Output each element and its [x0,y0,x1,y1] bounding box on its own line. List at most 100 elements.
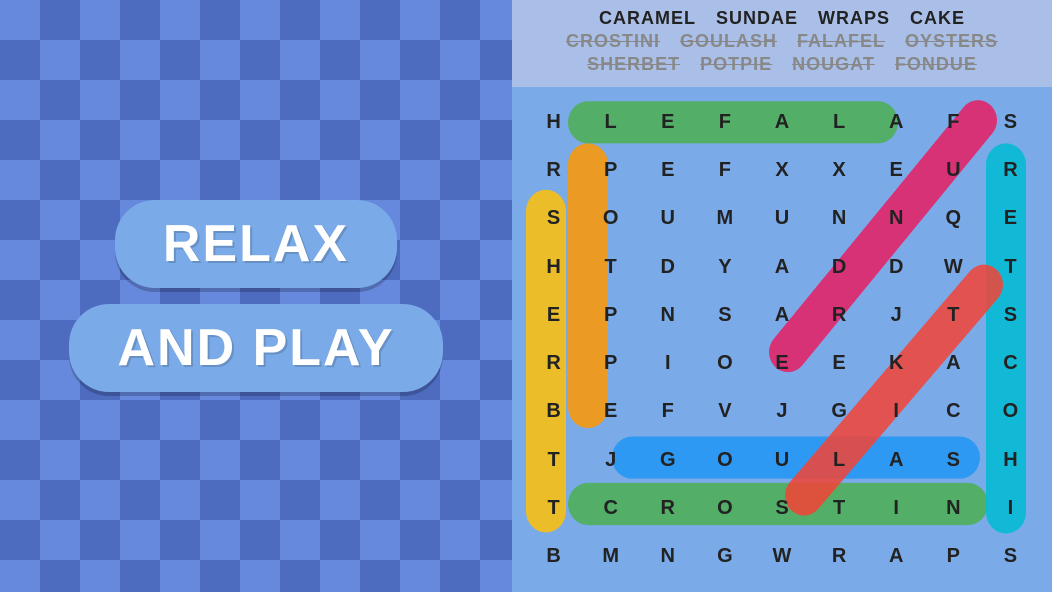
cell-r0-c1[interactable]: L [583,99,638,145]
cell-r4-c0[interactable]: E [526,292,581,338]
cell-r9-c7[interactable]: P [926,534,981,580]
cell-r2-c2[interactable]: U [640,196,695,242]
cell-r9-c5[interactable]: R [812,534,867,580]
cell-r4-c2[interactable]: N [640,292,695,338]
cell-r1-c8[interactable]: R [983,147,1038,193]
cell-r0-c8[interactable]: S [983,99,1038,145]
cell-r5-c1[interactable]: P [583,340,638,386]
cell-r8-c3[interactable]: O [697,485,752,531]
cell-r3-c2[interactable]: D [640,244,695,290]
cell-r1-c7[interactable]: U [926,147,981,193]
cell-r3-c1[interactable]: T [583,244,638,290]
cell-r5-c5[interactable]: E [812,340,867,386]
cell-r3-c8[interactable]: T [983,244,1038,290]
cell-r5-c6[interactable]: K [869,340,924,386]
word-wraps[interactable]: WRAPS [818,8,890,29]
cell-r3-c3[interactable]: Y [697,244,752,290]
cell-r8-c1[interactable]: C [583,485,638,531]
cell-r8-c6[interactable]: I [869,485,924,531]
cell-r7-c8[interactable]: H [983,437,1038,483]
cell-r2-c8[interactable]: E [983,196,1038,242]
word-potpie: POTPIE [700,54,772,75]
cell-r3-c4[interactable]: A [754,244,809,290]
relax-label: RELAX [115,200,397,288]
cell-r7-c7[interactable]: S [926,437,981,483]
cell-r9-c3[interactable]: G [697,534,752,580]
cell-r3-c6[interactable]: D [869,244,924,290]
cell-r1-c6[interactable]: E [869,147,924,193]
cell-r6-c7[interactable]: C [926,389,981,435]
cell-r8-c2[interactable]: R [640,485,695,531]
cell-r4-c7[interactable]: T [926,292,981,338]
cell-r3-c5[interactable]: D [812,244,867,290]
cell-r8-c0[interactable]: T [526,485,581,531]
cell-r2-c3[interactable]: M [697,196,752,242]
cell-r4-c8[interactable]: S [983,292,1038,338]
cell-r0-c6[interactable]: A [869,99,924,145]
cell-r1-c0[interactable]: R [526,147,581,193]
cell-r0-c4[interactable]: A [754,99,809,145]
cell-r5-c4[interactable]: E [754,340,809,386]
cell-r7-c2[interactable]: G [640,437,695,483]
cell-r9-c4[interactable]: W [754,534,809,580]
cell-r5-c2[interactable]: I [640,340,695,386]
cell-r7-c0[interactable]: T [526,437,581,483]
cell-r0-c3[interactable]: F [697,99,752,145]
cell-r2-c0[interactable]: S [526,196,581,242]
cell-r0-c2[interactable]: E [640,99,695,145]
cell-r7-c4[interactable]: U [754,437,809,483]
cell-r4-c3[interactable]: S [697,292,752,338]
cell-r2-c5[interactable]: N [812,196,867,242]
cell-r1-c2[interactable]: E [640,147,695,193]
cell-r1-c5[interactable]: X [812,147,867,193]
cell-r9-c0[interactable]: B [526,534,581,580]
cell-r8-c5[interactable]: T [812,485,867,531]
word-sherbet: SHERBET [587,54,680,75]
cell-r9-c6[interactable]: A [869,534,924,580]
cell-r9-c1[interactable]: M [583,534,638,580]
word-cake[interactable]: CAKE [910,8,965,29]
cell-r8-c8[interactable]: I [983,485,1038,531]
cell-r6-c3[interactable]: V [697,389,752,435]
cell-r6-c1[interactable]: E [583,389,638,435]
cell-r6-c8[interactable]: O [983,389,1038,435]
word-sundae[interactable]: SUNDAE [716,8,798,29]
cell-r9-c2[interactable]: N [640,534,695,580]
word-search-grid[interactable]: HLEFALAFSRPEFXXEURSOUMUNNQEHTDYADDWTEPNS… [512,87,1052,592]
cell-r3-c7[interactable]: W [926,244,981,290]
word-nougat: NOUGAT [792,54,875,75]
cell-r7-c3[interactable]: O [697,437,752,483]
cell-r5-c0[interactable]: R [526,340,581,386]
cell-r6-c2[interactable]: F [640,389,695,435]
cell-r6-c6[interactable]: I [869,389,924,435]
cell-r2-c7[interactable]: Q [926,196,981,242]
cell-r0-c5[interactable]: L [812,99,867,145]
cell-r6-c0[interactable]: B [526,389,581,435]
cell-r0-c7[interactable]: F [926,99,981,145]
cell-r6-c4[interactable]: J [754,389,809,435]
cell-r0-c0[interactable]: H [526,99,581,145]
cell-r8-c7[interactable]: N [926,485,981,531]
cell-r4-c6[interactable]: J [869,292,924,338]
cell-r7-c1[interactable]: J [583,437,638,483]
cell-r1-c4[interactable]: X [754,147,809,193]
cell-r4-c1[interactable]: P [583,292,638,338]
cell-r3-c0[interactable]: H [526,244,581,290]
cell-r6-c5[interactable]: G [812,389,867,435]
cell-r4-c5[interactable]: R [812,292,867,338]
cell-r4-c4[interactable]: A [754,292,809,338]
cell-r7-c6[interactable]: A [869,437,924,483]
cell-r2-c1[interactable]: O [583,196,638,242]
cell-r9-c8[interactable]: S [983,534,1038,580]
cell-r2-c4[interactable]: U [754,196,809,242]
andplay-label: AND PLAY [69,304,442,392]
cell-r1-c1[interactable]: P [583,147,638,193]
cell-r7-c5[interactable]: L [812,437,867,483]
cell-r5-c8[interactable]: C [983,340,1038,386]
cell-r8-c4[interactable]: S [754,485,809,531]
cell-r2-c6[interactable]: N [869,196,924,242]
cell-r5-c3[interactable]: O [697,340,752,386]
cell-r5-c7[interactable]: A [926,340,981,386]
word-caramel[interactable]: CARAMEL [599,8,696,29]
cell-r1-c3[interactable]: F [697,147,752,193]
